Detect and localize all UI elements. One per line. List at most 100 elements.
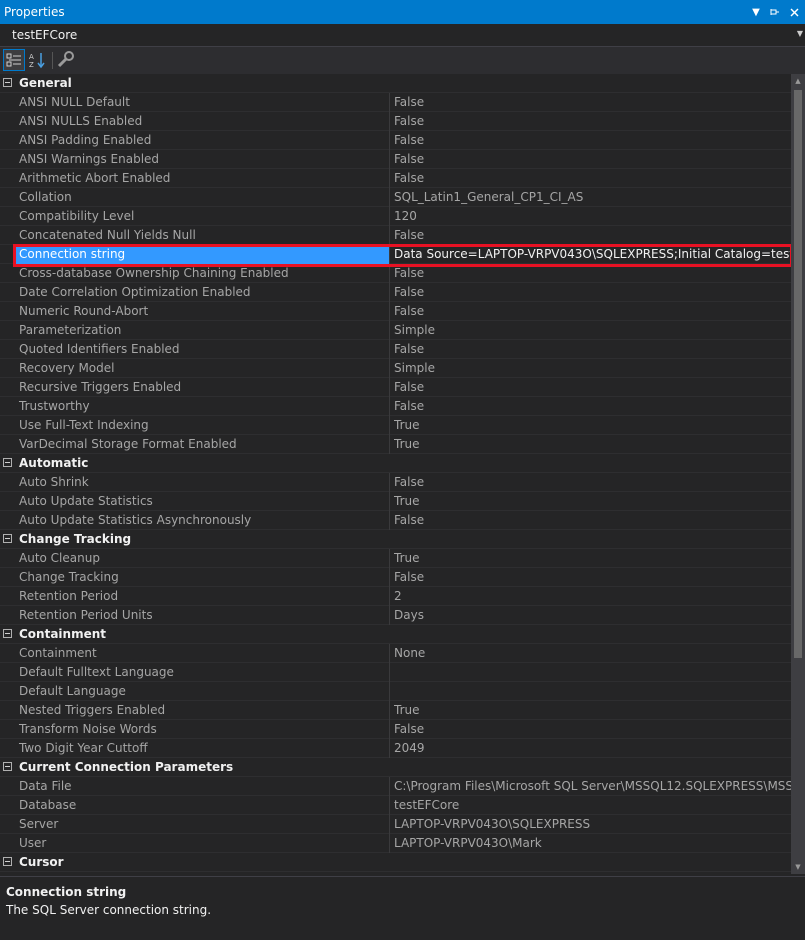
column-divider[interactable]	[389, 568, 390, 587]
column-divider[interactable]	[389, 169, 390, 188]
column-divider[interactable]	[389, 720, 390, 739]
property-value[interactable]: False	[394, 342, 791, 356]
column-divider[interactable]	[389, 663, 390, 682]
property-row[interactable]: Recursive Triggers Enabled False	[0, 378, 791, 397]
collapse-icon[interactable]	[3, 534, 12, 543]
property-row[interactable]: Recovery Model Simple	[0, 359, 791, 378]
property-value[interactable]: False	[394, 95, 791, 109]
collapse-icon[interactable]	[3, 857, 12, 866]
column-divider[interactable]	[389, 226, 390, 245]
column-divider[interactable]	[389, 606, 390, 625]
category-row[interactable]: General	[0, 74, 791, 93]
category-row[interactable]: Containment	[0, 625, 791, 644]
property-row[interactable]: Connection string Data Source=LAPTOP-VRPV…	[0, 245, 791, 264]
property-row[interactable]: Default Language	[0, 682, 791, 701]
property-value[interactable]: False	[394, 304, 791, 318]
collapse-icon[interactable]	[3, 762, 12, 771]
property-row[interactable]: Auto Update Statistics Asynchronously Fal…	[0, 511, 791, 530]
property-value[interactable]: False	[394, 171, 791, 185]
category-row[interactable]: Cursor	[0, 853, 791, 872]
property-row[interactable]: Auto Shrink False	[0, 473, 791, 492]
property-value[interactable]: True	[394, 437, 791, 451]
property-value[interactable]: False	[394, 266, 791, 280]
property-row[interactable]: Quoted Identifiers Enabled False	[0, 340, 791, 359]
property-row[interactable]: ANSI NULL Default False	[0, 93, 791, 112]
property-value[interactable]: 120	[394, 209, 791, 223]
property-value[interactable]: False	[394, 380, 791, 394]
column-divider[interactable]	[389, 378, 390, 397]
property-row[interactable]: Collation SQL_Latin1_General_CP1_CI_AS	[0, 188, 791, 207]
vertical-scrollbar[interactable]: ▲ ▼	[791, 74, 805, 874]
property-value[interactable]: 2	[394, 589, 791, 603]
scroll-up-icon[interactable]: ▲	[791, 74, 805, 88]
property-value[interactable]: 2049	[394, 741, 791, 755]
property-value[interactable]: C:\Program Files\Microsoft SQL Server\MS…	[394, 779, 791, 793]
property-value[interactable]: LAPTOP-VRPV043O\Mark	[394, 836, 791, 850]
column-divider[interactable]	[389, 682, 390, 701]
property-value[interactable]: testEFCore	[394, 798, 791, 812]
chevron-down-icon[interactable]: ▼	[797, 29, 803, 38]
property-value[interactable]: SQL_Latin1_General_CP1_CI_AS	[394, 190, 791, 204]
column-divider[interactable]	[389, 473, 390, 492]
column-divider[interactable]	[389, 834, 390, 853]
property-row[interactable]: Cross-database Ownership Chaining Enable…	[0, 264, 791, 283]
column-divider[interactable]	[389, 283, 390, 302]
property-value[interactable]: Simple	[394, 323, 791, 337]
property-value[interactable]: False	[394, 228, 791, 242]
property-value[interactable]: Simple	[394, 361, 791, 375]
property-row[interactable]: Concatenated Null Yields Null False	[0, 226, 791, 245]
collapse-icon[interactable]	[3, 458, 12, 467]
column-divider[interactable]	[389, 701, 390, 720]
column-divider[interactable]	[389, 188, 390, 207]
column-divider[interactable]	[389, 112, 390, 131]
property-value[interactable]: Data Source=LAPTOP-VRPV043O\SQLEXPRESS;I…	[394, 247, 791, 261]
property-value[interactable]: True	[394, 551, 791, 565]
column-divider[interactable]	[389, 644, 390, 663]
collapse-icon[interactable]	[3, 629, 12, 638]
alphabetical-button[interactable]: A Z	[27, 50, 47, 70]
property-row[interactable]: Retention Period 2	[0, 587, 791, 606]
pin-icon[interactable]	[767, 4, 783, 20]
category-row[interactable]: Change Tracking	[0, 530, 791, 549]
property-value[interactable]: True	[394, 494, 791, 508]
property-value[interactable]: True	[394, 703, 791, 717]
property-value[interactable]: False	[394, 475, 791, 489]
property-value[interactable]: LAPTOP-VRPV043O\SQLEXPRESS	[394, 817, 791, 831]
property-row[interactable]: VarDecimal Storage Format Enabled True	[0, 435, 791, 454]
property-value[interactable]: False	[394, 133, 791, 147]
property-row[interactable]: Compatibility Level 120	[0, 207, 791, 226]
column-divider[interactable]	[389, 397, 390, 416]
property-row[interactable]: Change Tracking False	[0, 568, 791, 587]
property-value[interactable]: Days	[394, 608, 791, 622]
property-value[interactable]: False	[394, 399, 791, 413]
property-row[interactable]: Date Correlation Optimization Enabled Fal…	[0, 283, 791, 302]
property-row[interactable]: Numeric Round-Abort False	[0, 302, 791, 321]
property-value[interactable]: False	[394, 285, 791, 299]
column-divider[interactable]	[389, 435, 390, 454]
property-row[interactable]: Default Fulltext Language	[0, 663, 791, 682]
property-row[interactable]: Use Full-Text Indexing True	[0, 416, 791, 435]
property-value[interactable]: False	[394, 570, 791, 584]
object-selector[interactable]: testEFCore ▼	[0, 24, 805, 46]
property-row[interactable]: Retention Period Units Days	[0, 606, 791, 625]
property-row[interactable]: User LAPTOP-VRPV043O\Mark	[0, 834, 791, 853]
categorized-button[interactable]	[3, 49, 25, 71]
property-row[interactable]: Two Digit Year Cuttoff 2049	[0, 739, 791, 758]
column-divider[interactable]	[389, 150, 390, 169]
property-value[interactable]: False	[394, 152, 791, 166]
scroll-down-icon[interactable]: ▼	[791, 860, 805, 874]
column-divider[interactable]	[389, 359, 390, 378]
property-value[interactable]: False	[394, 513, 791, 527]
property-row[interactable]: Trustworthy False	[0, 397, 791, 416]
column-divider[interactable]	[389, 340, 390, 359]
property-row[interactable]: Nested Triggers Enabled True	[0, 701, 791, 720]
property-value[interactable]: True	[394, 418, 791, 432]
collapse-icon[interactable]	[3, 78, 12, 87]
column-divider[interactable]	[389, 815, 390, 834]
column-divider[interactable]	[389, 587, 390, 606]
category-row[interactable]: Current Connection Parameters	[0, 758, 791, 777]
property-row[interactable]: Parameterization Simple	[0, 321, 791, 340]
property-row[interactable]: Auto Update Statistics True	[0, 492, 791, 511]
column-divider[interactable]	[389, 93, 390, 112]
property-row[interactable]: Data File C:\Program Files\Microsoft SQL …	[0, 777, 791, 796]
